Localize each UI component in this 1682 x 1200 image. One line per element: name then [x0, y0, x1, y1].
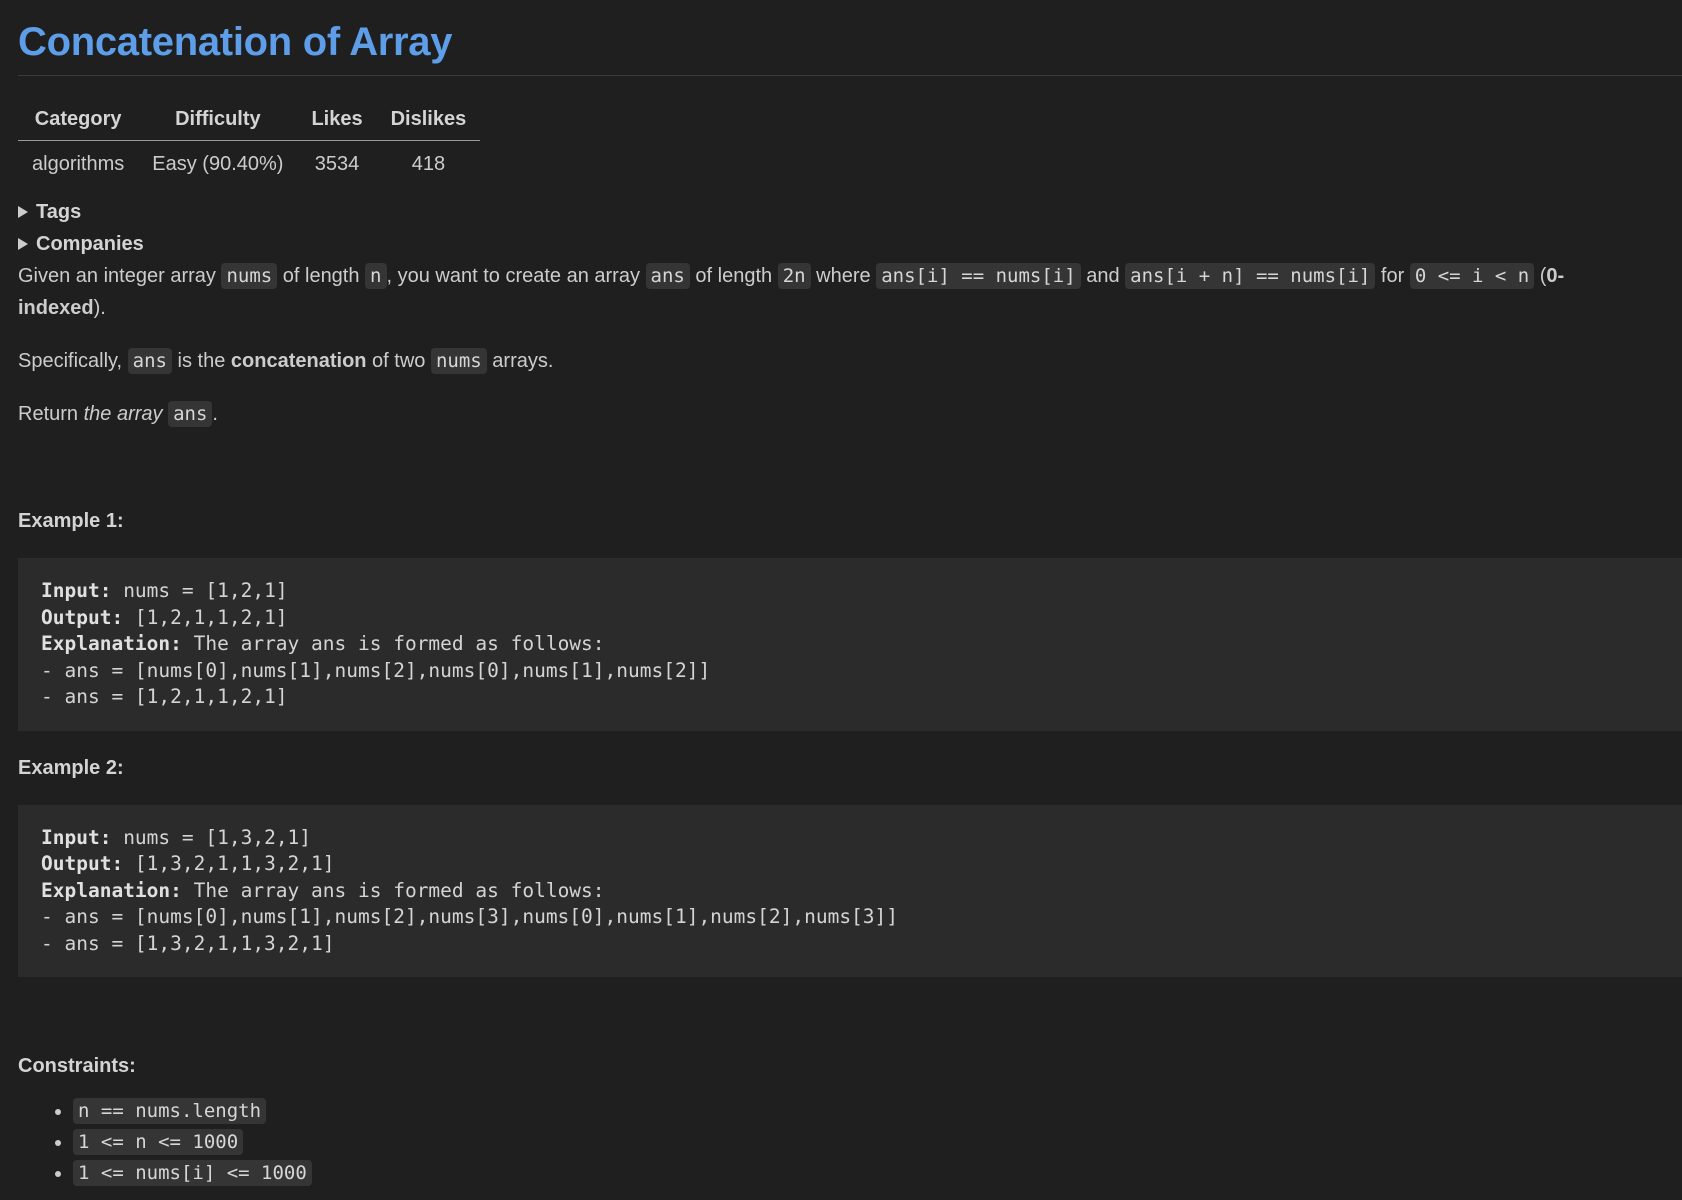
italic-text: the array [83, 403, 163, 425]
text-span: Specifically, [18, 350, 128, 372]
example-2-title: Example 2: [18, 756, 124, 779]
page-title: Concatenation of Array [18, 20, 453, 64]
description-paragraph-3: Return the array ans. [18, 398, 1646, 430]
explanation-text: The array ans is formed as follows: [181, 878, 605, 902]
companies-toggle[interactable]: Companies [18, 228, 1646, 260]
output-value: [1,2,1,1,2,1] [123, 605, 288, 629]
companies-label: Companies [36, 233, 144, 255]
header-dislikes: Dislikes [376, 108, 481, 141]
output-label: Output: [41, 852, 124, 875]
text-span: is the [172, 350, 231, 372]
output-value: [1,3,2,1,1,3,2,1] [123, 852, 335, 875]
likes-value: 3534 [314, 153, 360, 175]
header-likes: Likes [297, 108, 377, 141]
constraint-item: 1 <= n <= 1000 [73, 1127, 1646, 1158]
constraints-title: Constraints: [18, 1055, 136, 1077]
title-divider [18, 75, 1682, 76]
header-difficulty: Difficulty [138, 108, 298, 141]
input-value: nums = [1,2,1] [111, 579, 288, 602]
disclosure-triangle-icon [18, 206, 28, 218]
inline-code: nums [221, 263, 278, 289]
text-span: , you want to create an array [386, 265, 646, 287]
constraint-item: 1 <= nums[i] <= 1000 [73, 1158, 1646, 1189]
text-span: where [810, 265, 877, 287]
text-span: Return [18, 403, 84, 425]
example-1-code-block: Input: nums = [1,2,1] Output: [1,2,1,1,2… [18, 558, 1682, 731]
explanation-label: Explanation: [41, 632, 182, 655]
description-paragraph-1: Given an integer array nums of length n,… [18, 260, 1646, 324]
tags-toggle[interactable]: Tags [18, 196, 1646, 228]
details-section: Tags Companies [18, 196, 1646, 260]
inline-code: ans[i + n] == nums[i] [1125, 263, 1376, 289]
inline-code: n [365, 263, 387, 289]
description-paragraph-2: Specifically, ans is the concatenation o… [18, 345, 1646, 377]
explanation-line-2: - ans = [1,3,2,1,1,3,2,1] [41, 931, 335, 955]
meta-value-row: algorithms Easy (90.40%) 3534 418 [18, 141, 480, 177]
example-2-code-block: Input: nums = [1,3,2,1] Output: [1,3,2,1… [18, 804, 1682, 977]
text-span: of length [689, 265, 778, 287]
explanation-label: Explanation: [41, 878, 182, 902]
meta-header-row: Category Difficulty Likes Dislikes [18, 108, 481, 141]
dislikes-value: 418 [411, 153, 446, 175]
text-span: ). [93, 297, 106, 319]
text-span: of two [366, 350, 431, 372]
inline-code: 1 <= n <= 1000 [73, 1129, 244, 1155]
problem-meta-table: Category Difficulty Likes Dislikes algor… [18, 108, 481, 177]
text-span: arrays. [486, 350, 554, 372]
difficulty-value: Easy (90.40%) [152, 153, 284, 175]
inline-code: n == nums.length [73, 1098, 267, 1124]
explanation-line-1: - ans = [nums[0],nums[1],nums[2],nums[0]… [41, 658, 711, 682]
bold-text: concatenation [230, 350, 367, 372]
output-label: Output: [41, 605, 124, 629]
inline-code: nums [430, 348, 487, 374]
inline-code: 1 <= nums[i] <= 1000 [73, 1160, 312, 1186]
text-span: and [1080, 265, 1126, 287]
inline-code: ans [168, 401, 213, 427]
explanation-line-1: - ans = [nums[0],nums[1],nums[2],nums[3]… [41, 905, 899, 928]
problem-page: Concatenation of Array Category Difficul… [0, 0, 1682, 1189]
inline-code: 2n [777, 263, 811, 289]
inline-code: ans [645, 263, 690, 289]
category-value: algorithms [32, 153, 125, 175]
inline-code: ans [127, 348, 172, 374]
text-span: for [1375, 265, 1410, 287]
input-label: Input: [41, 579, 112, 602]
tags-label: Tags [36, 201, 82, 223]
text-span: of length [277, 265, 366, 287]
explanation-text: The array ans is formed as follows: [181, 632, 605, 655]
header-category: Category [18, 108, 139, 141]
constraints-list: n == nums.length 1 <= n <= 1000 1 <= num… [18, 1096, 1646, 1189]
inline-code: 0 <= i < n [1409, 263, 1535, 289]
example-1-title: Example 1: [18, 510, 124, 532]
disclosure-triangle-icon [18, 238, 28, 250]
input-label: Input: [41, 825, 112, 849]
inline-code: ans[i] == nums[i] [876, 263, 1081, 289]
explanation-line-2: - ans = [1,2,1,1,2,1] [41, 685, 288, 708]
input-value: nums = [1,3,2,1] [111, 825, 312, 849]
text-span: ( [1534, 265, 1547, 287]
text-span: . [212, 403, 218, 425]
text-span: Given an integer array [18, 265, 222, 287]
constraint-item: n == nums.length [73, 1096, 1646, 1127]
